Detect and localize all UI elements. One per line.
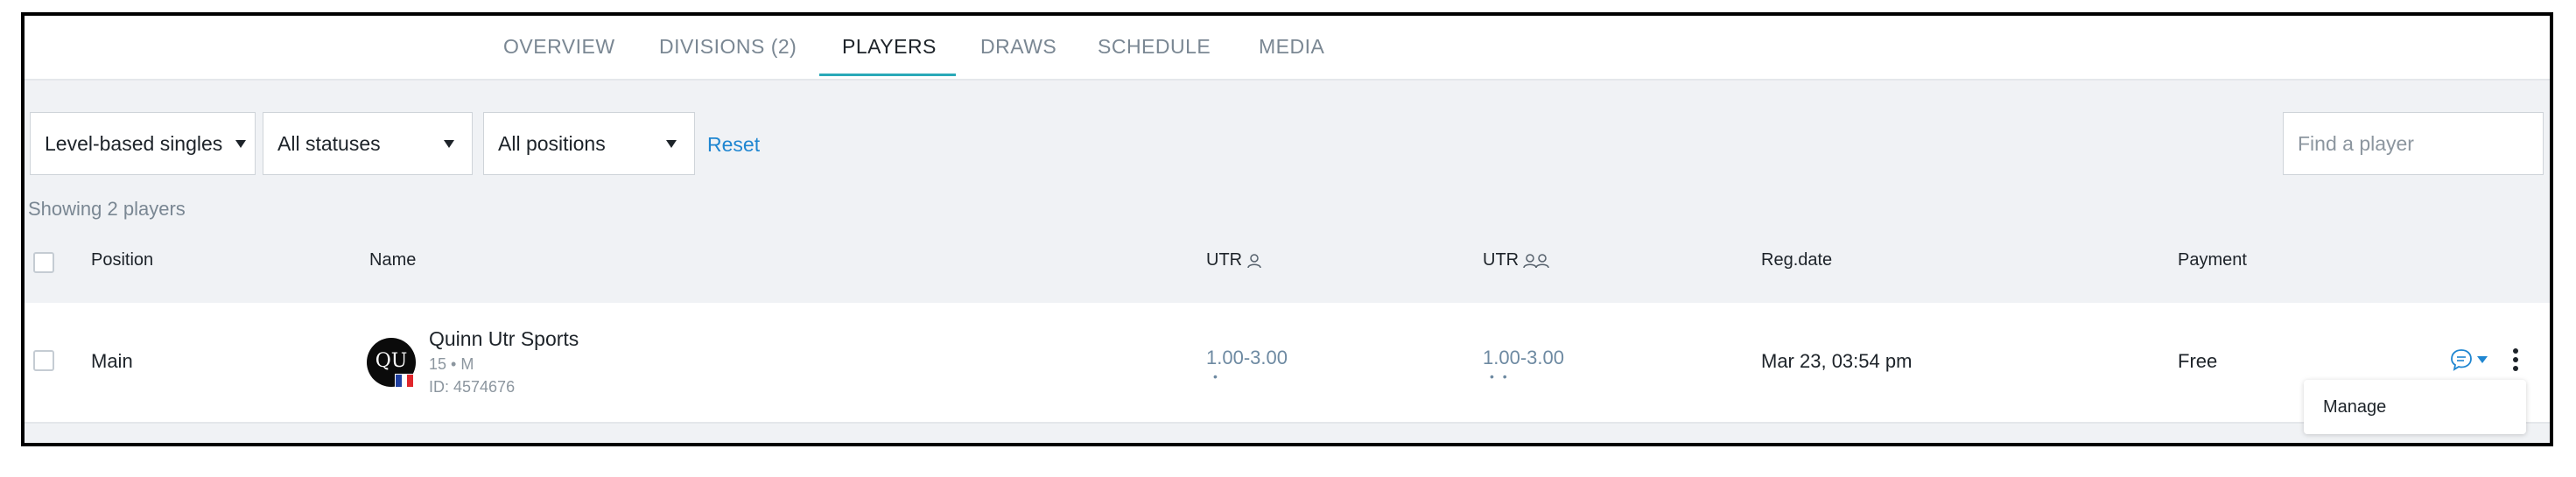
person-icon	[1247, 253, 1261, 268]
tab-divisions[interactable]: DIVISIONS (2)	[659, 35, 797, 59]
avatar-initials: QU	[375, 350, 408, 372]
tab-draws[interactable]: DRAWS	[980, 35, 1056, 59]
column-header-utr-singles[interactable]: UTR	[1206, 250, 1263, 270]
utr-doubles-value[interactable]: 1.00-3.00	[1483, 347, 1564, 369]
status-select-value: All statuses	[277, 132, 381, 155]
player-search-input[interactable]: Find a player	[2283, 112, 2544, 175]
table-bottom	[25, 422, 2550, 443]
caret-down-icon	[2477, 356, 2488, 363]
division-select-value: Level-based singles	[45, 132, 223, 155]
app-frame: OVERVIEW DIVISIONS (2) PLAYERS DRAWS SCH…	[21, 12, 2553, 446]
tab-players[interactable]: PLAYERS	[842, 35, 937, 59]
active-tab-indicator	[819, 74, 956, 76]
table-row[interactable]: Main QU Quinn Utr Sports 15 • M ID: 4574…	[25, 303, 2550, 422]
people-icon	[1523, 253, 1549, 268]
column-header-payment[interactable]: Payment	[2178, 250, 2247, 270]
manage-menu-item[interactable]: Manage	[2323, 397, 2386, 417]
utr-singles-value[interactable]: 1.00-3.00	[1206, 347, 1288, 369]
tab-bar: OVERVIEW DIVISIONS (2) PLAYERS DRAWS SCH…	[25, 16, 2550, 81]
column-header-utr-doubles-label: UTR	[1483, 250, 1520, 270]
tab-overview[interactable]: OVERVIEW	[503, 35, 615, 59]
more-vertical-icon[interactable]	[2509, 347, 2523, 375]
chat-icon	[2451, 349, 2472, 371]
chat-menu-button[interactable]	[2449, 347, 2493, 373]
utr-doubles-reliability: • •	[1490, 369, 1510, 383]
position-select[interactable]: All positions	[483, 112, 695, 175]
column-header-reg-date[interactable]: Reg.date	[1761, 250, 1832, 270]
player-id: ID: 4574676	[429, 378, 516, 396]
column-header-position[interactable]: Position	[91, 250, 153, 270]
tab-media[interactable]: MEDIA	[1259, 35, 1324, 59]
column-header-name[interactable]: Name	[369, 250, 416, 270]
flag-icon	[395, 374, 414, 388]
tab-schedule[interactable]: SCHEDULE	[1098, 35, 1211, 59]
caret-down-icon	[235, 140, 246, 148]
column-header-utr-doubles[interactable]: UTR	[1483, 250, 1550, 270]
column-header-utr-singles-label: UTR	[1206, 250, 1243, 270]
caret-down-icon	[444, 140, 454, 148]
division-select[interactable]: Level-based singles	[30, 112, 256, 175]
row-checkbox[interactable]	[33, 350, 54, 371]
select-all-checkbox[interactable]	[33, 252, 54, 273]
player-name-link[interactable]: Quinn Utr Sports	[429, 327, 579, 351]
reg-date: Mar 23, 03:54 pm	[1761, 350, 1913, 372]
utr-singles-reliability: •	[1213, 369, 1220, 383]
row-position: Main	[91, 350, 133, 372]
position-select-value: All positions	[498, 132, 606, 155]
payment-status: Free	[2178, 350, 2218, 372]
players-count: Showing 2 players	[28, 198, 186, 220]
status-select[interactable]: All statuses	[263, 112, 473, 175]
player-search-placeholder: Find a player	[2298, 132, 2414, 155]
row-actions-menu: Manage	[2304, 380, 2526, 434]
caret-down-icon	[666, 140, 677, 148]
reset-link[interactable]: Reset	[707, 133, 760, 157]
player-age-gender: 15 • M	[429, 355, 474, 373]
